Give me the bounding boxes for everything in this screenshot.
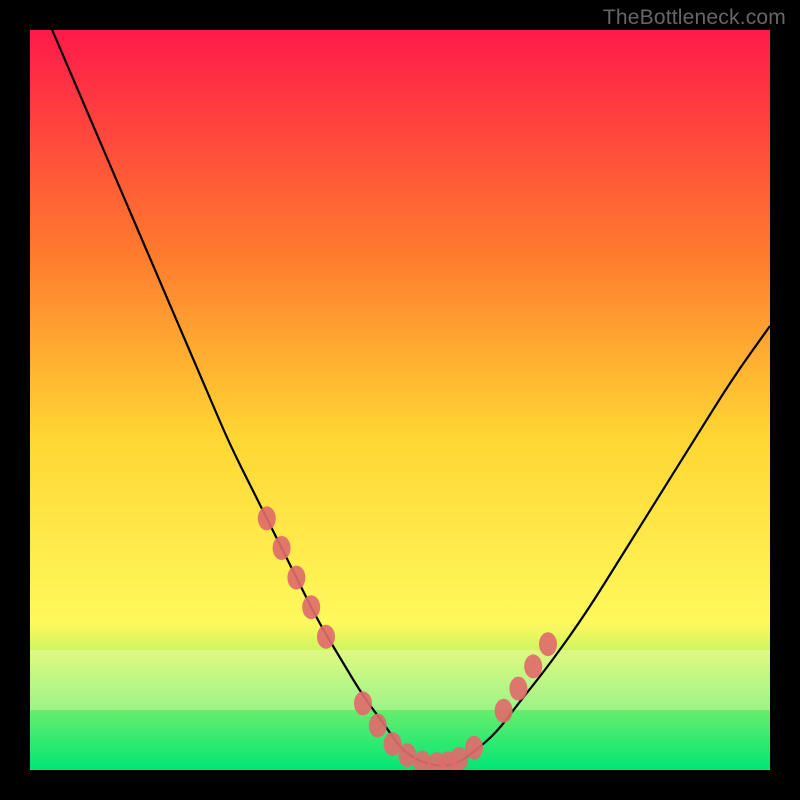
scatter-dot (465, 736, 483, 760)
scatter-dot (273, 536, 291, 560)
scatter-dot (509, 677, 527, 701)
scatter-dot (302, 595, 320, 619)
pale-band (30, 650, 770, 710)
scatter-dot (317, 625, 335, 649)
scatter-dot (258, 506, 276, 530)
watermark-text: TheBottleneck.com (603, 6, 786, 30)
scatter-dot (495, 699, 513, 723)
outer-frame: TheBottleneck.com (0, 0, 800, 800)
scatter-dot (524, 654, 542, 678)
scatter-dot (539, 632, 557, 656)
plot-area (30, 30, 770, 770)
scatter-dot (287, 566, 305, 590)
scatter-dot (369, 714, 387, 738)
chart-svg (30, 30, 770, 770)
scatter-dot (354, 691, 372, 715)
